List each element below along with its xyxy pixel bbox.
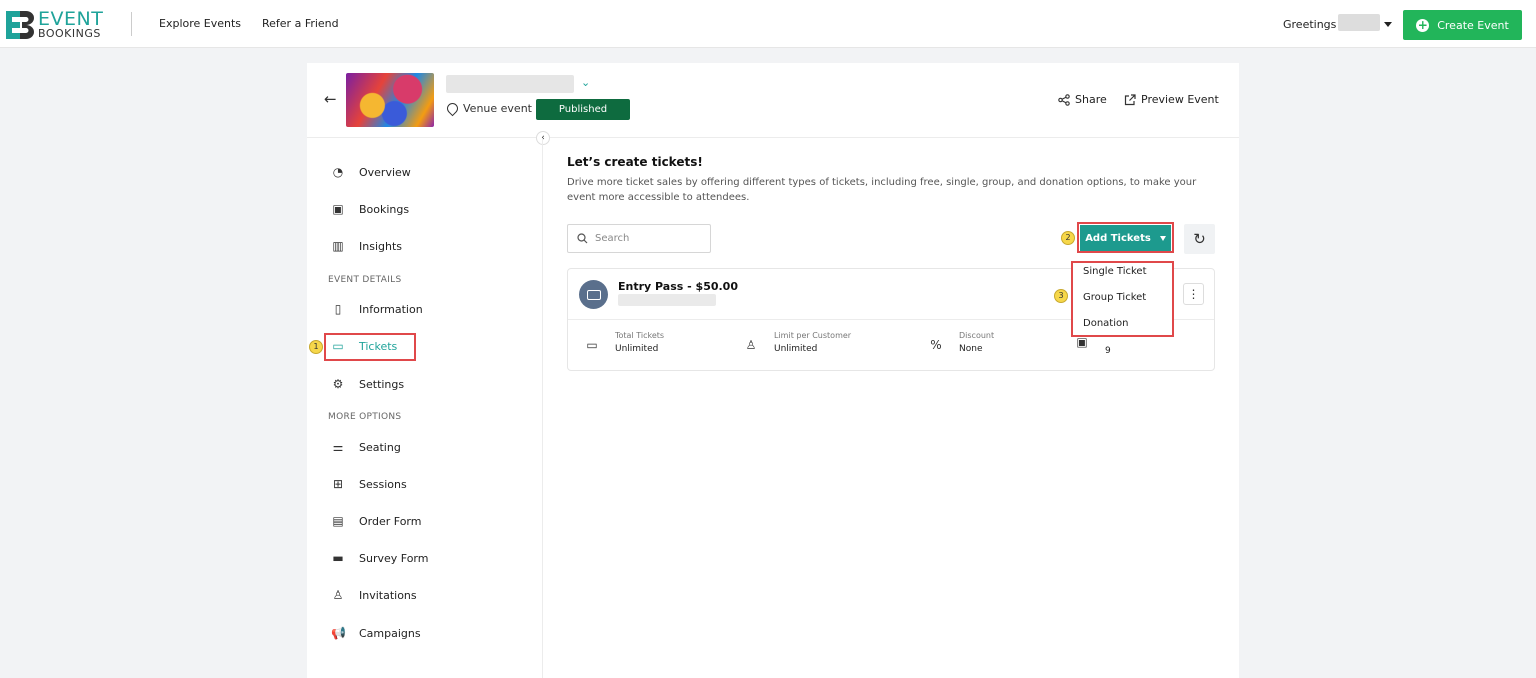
event-thumbnail (346, 73, 434, 127)
nav-explore-events[interactable]: Explore Events (159, 17, 241, 30)
more-options-icon[interactable]: ⋮ (1183, 283, 1204, 305)
cash-icon: ▣ (1076, 335, 1088, 349)
add-tickets-dropdown: Single Ticket Group Ticket Donation (1071, 261, 1174, 337)
search-placeholder: Search (595, 233, 630, 244)
calendar-icon: ▣ (332, 202, 344, 216)
sidebar-item-label: Invitations (359, 588, 417, 602)
sidebar-item-label: Sessions (359, 477, 407, 491)
stat-label: Discount (959, 331, 995, 340)
sidebar-item-label: Campaigns (359, 626, 421, 640)
page-title: Let’s create tickets! (567, 155, 703, 169)
highlight-tickets (324, 333, 416, 361)
greeting-text: Greetings! (1283, 18, 1341, 31)
logo-event-text: EVENT (38, 8, 104, 30)
percent-icon: % (930, 338, 942, 352)
step-badge-2: 2 (1061, 231, 1075, 245)
sidebar-item-insights[interactable]: ▥ Insights (331, 236, 402, 256)
sidebar-item-label: Bookings (359, 202, 410, 216)
location-pin-icon (444, 100, 461, 117)
sidebar-item-order-form[interactable]: ▤ Order Form (331, 511, 421, 531)
user-icon: ♙ (332, 588, 344, 602)
stat-value: 9 (1105, 346, 1111, 356)
sidebar-item-settings[interactable]: ⚙ Settings (331, 374, 405, 394)
stat-value: None (959, 344, 983, 354)
share-label: Share (1075, 93, 1107, 106)
survey-icon: ▬ (332, 551, 344, 565)
sidebar-item-label: Order Form (359, 514, 422, 528)
stat-label: Total Tickets (615, 331, 665, 340)
ticket-name: Entry Pass - $50.00 (618, 280, 738, 293)
gauge-icon: ◔ (332, 165, 344, 179)
event-header: ← ⌄ Venue event Published Share Preview … (307, 63, 1239, 138)
sidebar-item-invitations[interactable]: ♙ Invitations (331, 585, 417, 605)
user-menu-caret-icon[interactable] (1384, 22, 1392, 27)
stat-value: Unlimited (774, 344, 818, 354)
stat-label: Limit per Customer (774, 331, 852, 340)
sidebar-item-survey-form[interactable]: ▬ Survey Form (331, 548, 428, 568)
create-event-label: Create Event (1437, 18, 1509, 32)
preview-event-label: Preview Event (1141, 93, 1219, 106)
dropdown-item-group-ticket[interactable]: Group Ticket (1083, 292, 1146, 303)
logo-mark-icon (6, 11, 34, 39)
grid-icon: ⊞ (332, 477, 344, 491)
ticket-icon (579, 280, 608, 309)
ticket-icon: ▭ (586, 338, 598, 352)
highlight-add-tickets (1077, 222, 1174, 253)
ticket-subtitle-redacted (618, 294, 716, 306)
sidebar-item-label: Survey Form (359, 551, 429, 565)
sidebar-item-label: Settings (359, 377, 405, 391)
user-name-redacted[interactable] (1338, 14, 1380, 31)
gear-icon: ⚙ (332, 377, 344, 391)
sidebar-item-overview[interactable]: ◔ Overview (331, 162, 411, 182)
venue-type: Venue event (444, 100, 532, 117)
status-badge[interactable]: Published (536, 99, 630, 120)
sidebar: ◔ Overview ▣ Bookings ▥ Insights EVENT D… (307, 138, 543, 678)
step-badge-1: 1 (309, 340, 323, 354)
external-link-icon (1124, 93, 1136, 105)
dropdown-item-single-ticket[interactable]: Single Ticket (1083, 266, 1147, 277)
sidebar-item-label: Seating (359, 440, 401, 454)
event-bookings-logo[interactable]: EVENT BOOKINGS (6, 9, 121, 41)
plus-circle-icon: + (1416, 17, 1430, 32)
sidebar-item-label: Overview (359, 165, 411, 179)
venue-label: Venue event (463, 102, 532, 115)
dropdown-item-donation[interactable]: Donation (1083, 318, 1128, 329)
refresh-button[interactable]: ↻ (1184, 224, 1215, 254)
create-event-button[interactable]: + Create Event (1403, 10, 1522, 40)
nav-refer-a-friend[interactable]: Refer a Friend (262, 17, 339, 30)
section-heading-more-options: MORE OPTIONS (328, 412, 402, 422)
step-badge-3: 3 (1054, 289, 1068, 303)
event-name-redacted (446, 75, 574, 93)
sidebar-item-information[interactable]: ▯ Information (331, 299, 423, 319)
sidebar-item-label: Insights (359, 239, 403, 253)
sidebar-item-sessions[interactable]: ⊞ Sessions (331, 474, 407, 494)
sidebar-item-label: Information (359, 302, 423, 316)
sidebar-item-bookings[interactable]: ▣ Bookings (331, 199, 409, 219)
share-button[interactable]: Share (1058, 93, 1107, 106)
event-manage-card: ← ⌄ Venue event Published Share Preview … (307, 63, 1239, 678)
user-icon: ♙ (745, 338, 757, 352)
section-heading-event-details: EVENT DETAILS (328, 275, 402, 285)
stat-value: Unlimited (615, 344, 659, 354)
sidebar-item-campaigns[interactable]: 📢 Campaigns (331, 623, 421, 643)
sliders-icon: ⚌ (332, 440, 344, 454)
bar-chart-icon: ▥ (332, 239, 344, 253)
chevron-down-icon[interactable]: ⌄ (581, 76, 590, 89)
document-icon: ▯ (334, 302, 342, 316)
page-description: Drive more ticket sales by offering diff… (567, 177, 1197, 203)
back-arrow-icon[interactable]: ← (324, 90, 337, 108)
megaphone-icon: 📢 (331, 626, 346, 640)
logo-bookings-text: BOOKINGS (38, 27, 101, 40)
top-navigation-bar: EVENT BOOKINGS Explore Events Refer a Fr… (0, 0, 1536, 48)
preview-event-button[interactable]: Preview Event (1124, 93, 1219, 106)
share-icon (1058, 93, 1070, 106)
sidebar-item-seating[interactable]: ⚌ Seating (331, 437, 401, 457)
search-icon (577, 233, 588, 244)
divider (131, 12, 132, 36)
form-icon: ▤ (332, 514, 344, 528)
search-input[interactable]: Search (567, 224, 711, 253)
